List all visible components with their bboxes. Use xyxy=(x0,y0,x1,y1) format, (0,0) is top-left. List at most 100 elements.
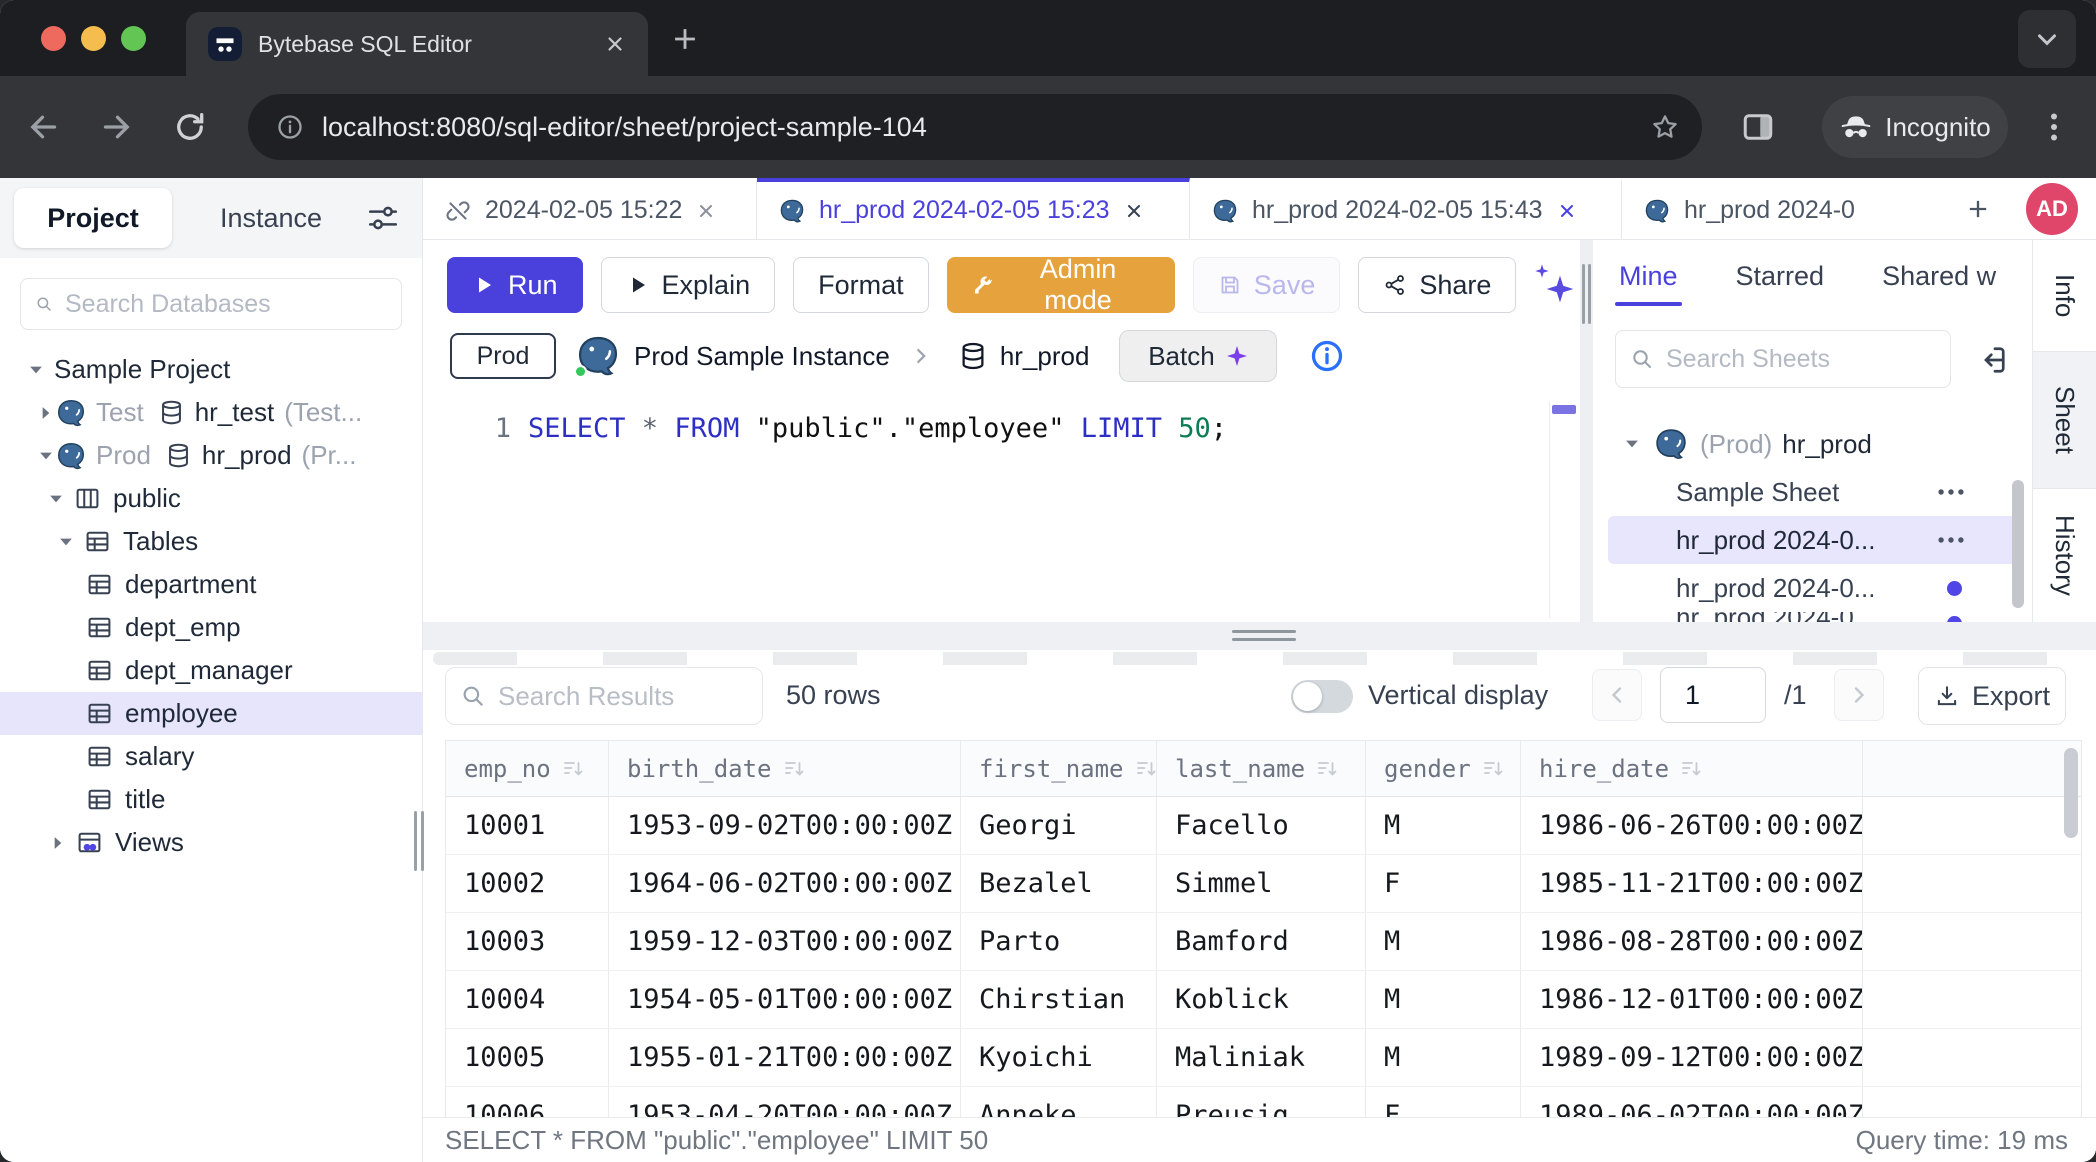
tree-node-hr-test[interactable]: Test hr_test (Test... xyxy=(0,391,422,434)
tree-node-table-title[interactable]: title xyxy=(0,778,422,821)
run-button[interactable]: Run xyxy=(447,257,583,313)
sort-icon[interactable] xyxy=(561,757,585,781)
table-cell[interactable]: M xyxy=(1366,913,1521,970)
sort-icon[interactable] xyxy=(1315,757,1339,781)
sql-editor[interactable]: 1 SELECT * FROM "public"."employee" LIMI… xyxy=(423,398,1580,622)
prev-page-button[interactable] xyxy=(1592,669,1642,721)
tab-project[interactable]: Project xyxy=(14,188,172,248)
chevron-down-icon[interactable] xyxy=(36,446,56,466)
tree-node-project[interactable]: Sample Project xyxy=(0,348,422,391)
address-bar[interactable]: localhost:8080/sql-editor/sheet/project-… xyxy=(248,94,1702,160)
sort-icon[interactable] xyxy=(1679,757,1703,781)
column-header[interactable]: last_name xyxy=(1157,741,1366,796)
tree-node-tables[interactable]: Tables xyxy=(0,520,422,563)
page-number-input[interactable] xyxy=(1660,667,1766,723)
table-cell[interactable]: 1955-01-21T00:00:00Z xyxy=(609,1029,961,1086)
tab-history[interactable]: History xyxy=(2033,489,2096,622)
editor-tab-4[interactable]: hr_prod 2024-0 xyxy=(1622,178,1952,239)
table-cell[interactable]: 1989-06-02T00:00:00Z xyxy=(1521,1087,1863,1117)
tab-search-button[interactable] xyxy=(2018,10,2076,68)
results-resize-handle[interactable] xyxy=(1232,630,1296,646)
table-cell[interactable]: Bezalel xyxy=(961,855,1157,912)
share-button[interactable]: Share xyxy=(1358,257,1516,313)
tree-node-table-salary[interactable]: salary xyxy=(0,735,422,778)
database-search[interactable] xyxy=(20,278,402,330)
search-results-input[interactable] xyxy=(498,681,748,712)
sheet-search[interactable] xyxy=(1615,330,1951,388)
side-panel-icon[interactable] xyxy=(1740,109,1776,145)
site-info-icon[interactable] xyxy=(276,113,304,141)
results-resize-bar[interactable] xyxy=(423,622,2096,650)
more-menu-icon[interactable] xyxy=(1934,475,1968,509)
reload-button[interactable] xyxy=(172,109,208,145)
close-icon[interactable] xyxy=(1557,201,1577,221)
database-name[interactable]: hr_prod xyxy=(1000,341,1090,372)
tab-instance[interactable]: Instance xyxy=(220,203,322,234)
tree-node-schema-public[interactable]: public xyxy=(0,477,422,520)
sidebar-resize-handle[interactable] xyxy=(414,811,424,871)
tab-mine[interactable]: Mine xyxy=(1619,261,1678,292)
back-button[interactable] xyxy=(26,109,62,145)
url-text[interactable]: localhost:8080/sql-editor/sheet/project-… xyxy=(322,112,1650,143)
batch-button[interactable]: Batch xyxy=(1119,330,1277,382)
admin-mode-button[interactable]: Admin mode xyxy=(947,257,1175,313)
table-cell[interactable]: 1954-05-01T00:00:00Z xyxy=(609,971,961,1028)
table-cell[interactable]: Georgi xyxy=(961,797,1157,854)
table-cell[interactable]: 10002 xyxy=(446,855,609,912)
ai-assistant-button[interactable] xyxy=(1534,261,1580,309)
tab-info[interactable]: Info xyxy=(2033,240,2096,352)
close-icon[interactable] xyxy=(696,201,716,221)
new-tab-button[interactable] xyxy=(668,22,702,56)
tree-node-views[interactable]: Views xyxy=(0,821,422,864)
table-cell[interactable]: F xyxy=(1366,1087,1521,1117)
tab-shared[interactable]: Shared w xyxy=(1882,261,1996,292)
table-cell[interactable]: 1986-06-26T00:00:00Z xyxy=(1521,797,1863,854)
sort-icon[interactable] xyxy=(1134,757,1158,781)
next-page-button[interactable] xyxy=(1834,669,1884,721)
browser-menu-icon[interactable] xyxy=(2036,109,2072,145)
close-window-button[interactable] xyxy=(41,26,66,51)
tab-sheet[interactable]: Sheet xyxy=(2033,352,2096,489)
chevron-down-icon[interactable] xyxy=(26,360,46,380)
editor-tab-3[interactable]: hr_prod 2024-02-05 15:43 xyxy=(1190,178,1622,239)
info-icon[interactable] xyxy=(1309,338,1345,374)
instance-name[interactable]: Prod Sample Instance xyxy=(634,341,890,372)
bookmark-star-icon[interactable] xyxy=(1650,112,1680,142)
sheet-item[interactable]: hr_prod 2024-0... xyxy=(1608,564,2018,612)
table-cell[interactable]: F xyxy=(1366,855,1521,912)
table-cell[interactable]: 10006 xyxy=(446,1087,609,1117)
chevron-down-icon[interactable] xyxy=(46,489,66,509)
sheet-group-hr-prod[interactable]: (Prod) hr_prod xyxy=(1608,420,2018,468)
tree-node-table-dept-manager[interactable]: dept_manager xyxy=(0,649,422,692)
export-button[interactable]: Export xyxy=(1918,667,2066,725)
table-cell[interactable]: Parto xyxy=(961,913,1157,970)
editor-overview-ruler[interactable] xyxy=(1549,402,1577,618)
sheet-item-selected[interactable]: hr_prod 2024-0... xyxy=(1608,516,2018,564)
tree-node-hr-prod[interactable]: Prod hr_prod (Pr... xyxy=(0,434,422,477)
table-cell[interactable]: Anneke xyxy=(961,1087,1157,1117)
chevron-down-icon[interactable] xyxy=(56,532,76,552)
column-header[interactable]: birth_date xyxy=(609,741,961,796)
table-cell[interactable]: Simmel xyxy=(1157,855,1366,912)
table-cell[interactable]: 1964-06-02T00:00:00Z xyxy=(609,855,961,912)
table-cell[interactable]: 1959-12-03T00:00:00Z xyxy=(609,913,961,970)
table-cell[interactable]: Preusig xyxy=(1157,1087,1366,1117)
table-cell[interactable]: 1953-09-02T00:00:00Z xyxy=(609,797,961,854)
editor-tab-1[interactable]: 2024-02-05 15:22 xyxy=(423,178,757,239)
table-cell[interactable]: Kyoichi xyxy=(961,1029,1157,1086)
table-cell[interactable]: 1986-12-01T00:00:00Z xyxy=(1521,971,1863,1028)
column-header[interactable]: hire_date xyxy=(1521,741,1863,796)
format-button[interactable]: Format xyxy=(793,257,929,313)
filter-settings-icon[interactable] xyxy=(366,201,400,235)
tree-node-table-employee[interactable]: employee xyxy=(0,692,422,735)
browser-tab[interactable]: Bytebase SQL Editor xyxy=(186,12,648,76)
close-icon[interactable] xyxy=(1124,201,1144,221)
table-cell[interactable]: Maliniak xyxy=(1157,1029,1366,1086)
results-search[interactable] xyxy=(445,667,763,725)
table-cell[interactable]: 10005 xyxy=(446,1029,609,1086)
sort-icon[interactable] xyxy=(1481,757,1505,781)
column-header[interactable]: gender xyxy=(1366,741,1521,796)
code-line[interactable]: 1 SELECT * FROM "public"."employee" LIMI… xyxy=(423,398,1580,450)
forward-button[interactable] xyxy=(98,109,134,145)
column-header[interactable]: first_name xyxy=(961,741,1157,796)
